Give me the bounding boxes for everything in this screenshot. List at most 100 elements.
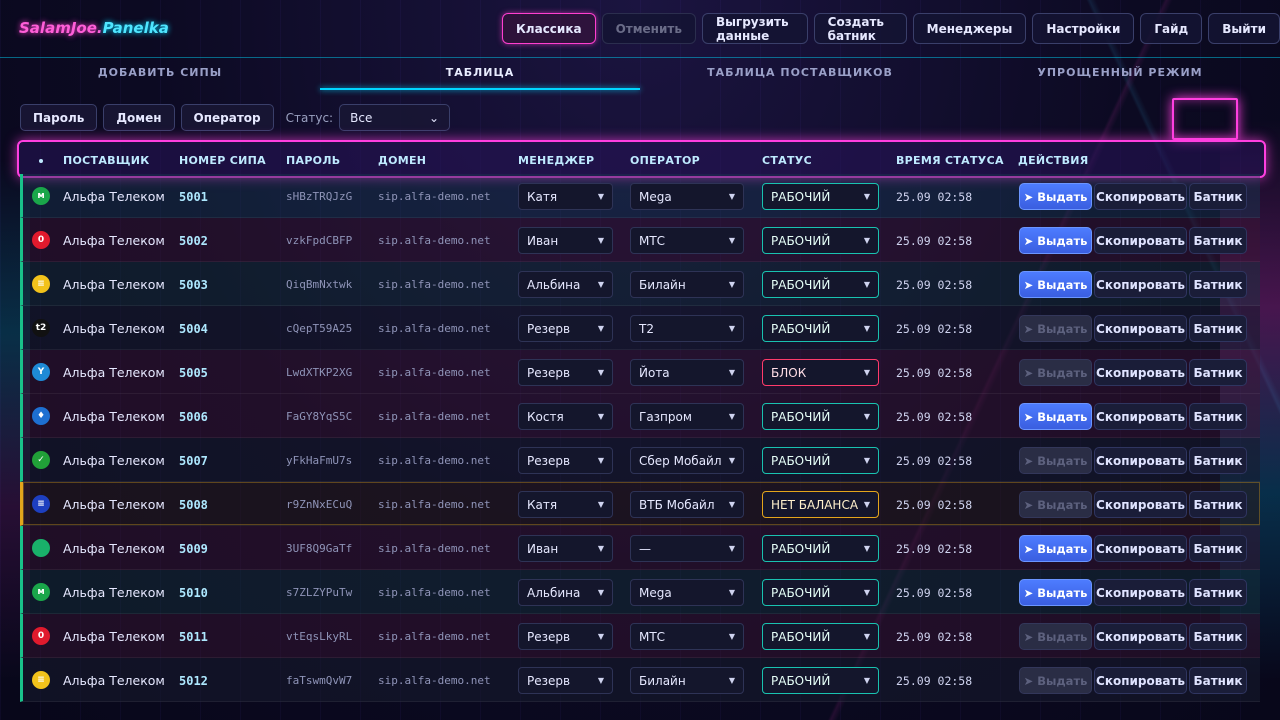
- status-select[interactable]: РАБОЧИЙ ▼: [762, 535, 879, 562]
- operator-select[interactable]: T2 ▼: [630, 315, 744, 342]
- operator-select[interactable]: МТС ▼: [630, 227, 744, 254]
- status-select[interactable]: РАБОЧИЙ ▼: [762, 271, 879, 298]
- operator-value: Сбер Мобайл: [639, 453, 722, 468]
- manager-select[interactable]: Резерв ▼: [518, 447, 613, 474]
- sip-number-cell: 5006: [179, 410, 208, 424]
- operator-select[interactable]: Газпром ▼: [630, 403, 744, 430]
- manager-select[interactable]: Катя ▼: [518, 183, 613, 210]
- nav-button-2[interactable]: Выгрузить данные: [701, 13, 808, 44]
- batch-button[interactable]: Батник: [1189, 579, 1247, 606]
- app-logo[interactable]: SalamJoe.Panelka: [19, 19, 169, 37]
- batch-button[interactable]: Батник: [1189, 183, 1247, 210]
- copy-button[interactable]: Скопировать: [1094, 579, 1187, 606]
- operator-select[interactable]: Билайн ▼: [630, 667, 744, 694]
- col-sip-number[interactable]: НОМЕР СИПА: [179, 154, 266, 167]
- col-password[interactable]: ПАРОЛЬ: [286, 154, 340, 167]
- filter-password-button[interactable]: Пароль: [20, 104, 98, 131]
- batch-button[interactable]: Батник: [1189, 315, 1247, 342]
- filter-domain-button[interactable]: Домен: [103, 104, 175, 131]
- batch-button[interactable]: Батник: [1189, 403, 1247, 430]
- issue-button[interactable]: ➤ Выдать: [1019, 579, 1092, 606]
- manager-select[interactable]: Иван ▼: [518, 535, 613, 562]
- copy-button[interactable]: Скопировать: [1094, 183, 1187, 210]
- batch-button[interactable]: Батник: [1189, 271, 1247, 298]
- manager-select[interactable]: Альбина ▼: [518, 271, 613, 298]
- status-select[interactable]: РАБОЧИЙ ▼: [762, 315, 879, 342]
- status-select[interactable]: РАБОЧИЙ ▼: [762, 227, 879, 254]
- batch-button[interactable]: Батник: [1189, 535, 1247, 562]
- filter-operator-button[interactable]: Оператор: [180, 104, 274, 131]
- col-manager[interactable]: МЕНЕДЖЕР: [518, 154, 594, 167]
- status-time-cell: 25.09 02:58: [896, 366, 973, 380]
- tab-2[interactable]: ТАБЛИЦА ПОСТАВЩИКОВ: [640, 58, 960, 88]
- nav-button-4[interactable]: Менеджеры: [912, 13, 1027, 44]
- password-cell: s7ZLZYPuTw: [286, 586, 353, 599]
- status-select[interactable]: НЕТ БАЛАНСА ▼: [762, 491, 879, 518]
- status-select[interactable]: РАБОЧИЙ ▼: [762, 579, 879, 606]
- manager-select[interactable]: Резерв ▼: [518, 667, 613, 694]
- status-select[interactable]: РАБОЧИЙ ▼: [762, 447, 879, 474]
- copy-button[interactable]: Скопировать: [1094, 623, 1187, 650]
- issue-button[interactable]: ➤ Выдать: [1019, 227, 1092, 254]
- status-select[interactable]: РАБОЧИЙ ▼: [762, 183, 879, 210]
- issue-button[interactable]: ➤ Выдать: [1019, 403, 1092, 430]
- copy-button[interactable]: Скопировать: [1094, 447, 1187, 474]
- col-status[interactable]: СТАТУС: [762, 154, 812, 167]
- tab-3[interactable]: УПРОЩЕННЫЙ РЕЖИМ: [960, 58, 1280, 88]
- operator-select[interactable]: Билайн ▼: [630, 271, 744, 298]
- batch-button[interactable]: Батник: [1189, 359, 1247, 386]
- supplier-cell: Альфа Телеком: [63, 321, 165, 336]
- batch-button[interactable]: Батник: [1189, 667, 1247, 694]
- manager-select[interactable]: Альбина ▼: [518, 579, 613, 606]
- operator-select[interactable]: Mega ▼: [630, 183, 744, 210]
- status-filter-select[interactable]: Все ⌄: [339, 104, 451, 131]
- nav-button-6[interactable]: Гайд: [1140, 13, 1203, 44]
- copy-button[interactable]: Скопировать: [1094, 403, 1187, 430]
- copy-button[interactable]: Скопировать: [1094, 491, 1187, 518]
- manager-select[interactable]: Иван ▼: [518, 227, 613, 254]
- col-domain[interactable]: ДОМЕН: [378, 154, 426, 167]
- copy-button[interactable]: Скопировать: [1094, 667, 1187, 694]
- batch-button[interactable]: Батник: [1189, 447, 1247, 474]
- issue-button[interactable]: ➤ Выдать: [1019, 535, 1092, 562]
- copy-button[interactable]: Скопировать: [1094, 535, 1187, 562]
- manager-select[interactable]: Резерв ▼: [518, 315, 613, 342]
- operator-select[interactable]: Сбер Мобайл ▼: [630, 447, 744, 474]
- operator-select[interactable]: Mega ▼: [630, 579, 744, 606]
- tab-0[interactable]: ДОБАВИТЬ СИПЫ: [0, 58, 320, 88]
- domain-cell: sip.alfa-demo.net: [378, 542, 491, 555]
- status-select[interactable]: РАБОЧИЙ ▼: [762, 623, 879, 650]
- sip-number-cell: 5011: [179, 630, 208, 644]
- status-select[interactable]: БЛОК ▼: [762, 359, 879, 386]
- batch-button[interactable]: Батник: [1189, 227, 1247, 254]
- copy-button[interactable]: Скопировать: [1094, 227, 1187, 254]
- operator-select[interactable]: — ▼: [630, 535, 744, 562]
- operator-select[interactable]: МТС ▼: [630, 623, 744, 650]
- issue-button[interactable]: ➤ Выдать: [1019, 271, 1092, 298]
- supplier-cell: Альфа Телеком: [63, 453, 165, 468]
- manager-select[interactable]: Резерв ▼: [518, 359, 613, 386]
- manager-select[interactable]: Резерв ▼: [518, 623, 613, 650]
- chevron-down-icon: ▼: [863, 236, 870, 245]
- manager-select[interactable]: Катя ▼: [518, 491, 613, 518]
- nav-button-7[interactable]: Выйти: [1208, 13, 1280, 44]
- nav-button-0[interactable]: Классика: [502, 13, 596, 44]
- operator-select[interactable]: Йота ▼: [630, 359, 744, 386]
- batch-button[interactable]: Батник: [1189, 491, 1247, 518]
- copy-button[interactable]: Скопировать: [1094, 315, 1187, 342]
- status-select[interactable]: РАБОЧИЙ ▼: [762, 667, 879, 694]
- operator-select[interactable]: ВТБ Мобайл ▼: [630, 491, 744, 518]
- col-supplier[interactable]: ПОСТАВЩИК: [63, 154, 150, 167]
- manager-select[interactable]: Костя ▼: [518, 403, 613, 430]
- copy-button[interactable]: Скопировать: [1094, 359, 1187, 386]
- nav-button-5[interactable]: Настройки: [1032, 13, 1135, 44]
- copy-button[interactable]: Скопировать: [1094, 271, 1187, 298]
- operator-value: Mega: [639, 189, 672, 204]
- nav-button-3[interactable]: Создать батник: [813, 13, 907, 44]
- issue-button[interactable]: ➤ Выдать: [1019, 183, 1092, 210]
- col-operator[interactable]: ОПЕРАТОР: [630, 154, 700, 167]
- col-status-time[interactable]: ВРЕМЯ СТАТУСА: [896, 154, 1004, 167]
- batch-button[interactable]: Батник: [1189, 623, 1247, 650]
- tab-1[interactable]: ТАБЛИЦА: [320, 58, 640, 90]
- status-select[interactable]: РАБОЧИЙ ▼: [762, 403, 879, 430]
